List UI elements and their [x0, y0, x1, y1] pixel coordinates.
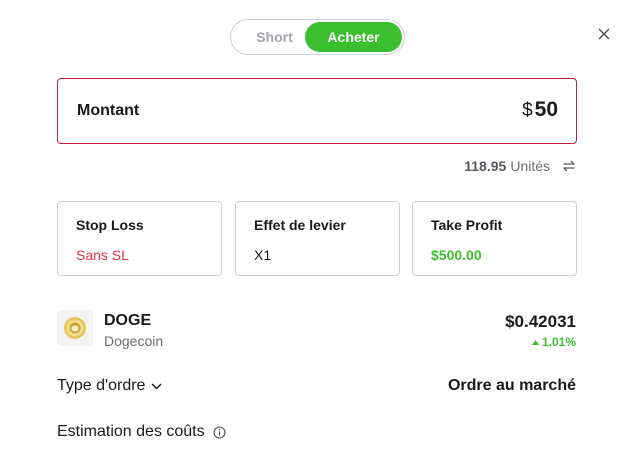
units-label: Unités [510, 158, 550, 174]
stop-loss-card[interactable]: Stop Loss Sans SL [57, 201, 222, 276]
instrument-price: $0.42031 [505, 312, 576, 331]
stop-loss-title: Stop Loss [76, 217, 144, 233]
leverage-card[interactable]: Effet de levier X1 [235, 201, 400, 276]
chevron-down-icon [151, 383, 162, 389]
info-icon[interactable] [213, 425, 226, 439]
units-display: 118.95 Unités [464, 158, 576, 174]
units-value: 118.95 [464, 158, 507, 174]
cost-estimate-label: Estimation des coûts [57, 423, 205, 440]
amount-field[interactable]: Montant $50 [57, 78, 577, 144]
close-icon[interactable] [596, 26, 612, 42]
instrument-symbol: DOGE [104, 312, 152, 329]
take-profit-title: Take Profit [431, 217, 503, 233]
direction-toggle[interactable]: Short Acheter [230, 19, 405, 55]
amount-value[interactable]: $50 [522, 98, 558, 122]
price-change-value: 1.01% [541, 335, 576, 349]
stop-loss-value: Sans SL [76, 247, 129, 263]
swap-icon[interactable] [562, 159, 576, 173]
buy-option[interactable]: Acheter [305, 22, 402, 52]
cost-estimate-row: Estimation des coûts [57, 423, 226, 441]
amount-label: Montant [77, 102, 140, 119]
dogecoin-logo-icon [57, 310, 93, 346]
amount-currency: $ [522, 100, 533, 121]
leverage-title: Effet de levier [254, 217, 346, 233]
up-arrow-icon [531, 339, 539, 345]
price-change: 1.01% [531, 335, 576, 349]
leverage-value: X1 [254, 247, 272, 263]
amount-number[interactable]: 50 [535, 98, 558, 121]
order-type-value: Ordre au marché [447, 377, 576, 394]
order-type-dropdown[interactable]: Type d'ordre [57, 377, 162, 395]
instrument-name: Dogecoin [104, 333, 164, 349]
short-option[interactable]: Short [237, 23, 312, 51]
order-type-label: Type d'ordre [57, 377, 146, 394]
take-profit-value: $500.00 [431, 247, 482, 263]
take-profit-card[interactable]: Take Profit $500.00 [412, 201, 577, 276]
